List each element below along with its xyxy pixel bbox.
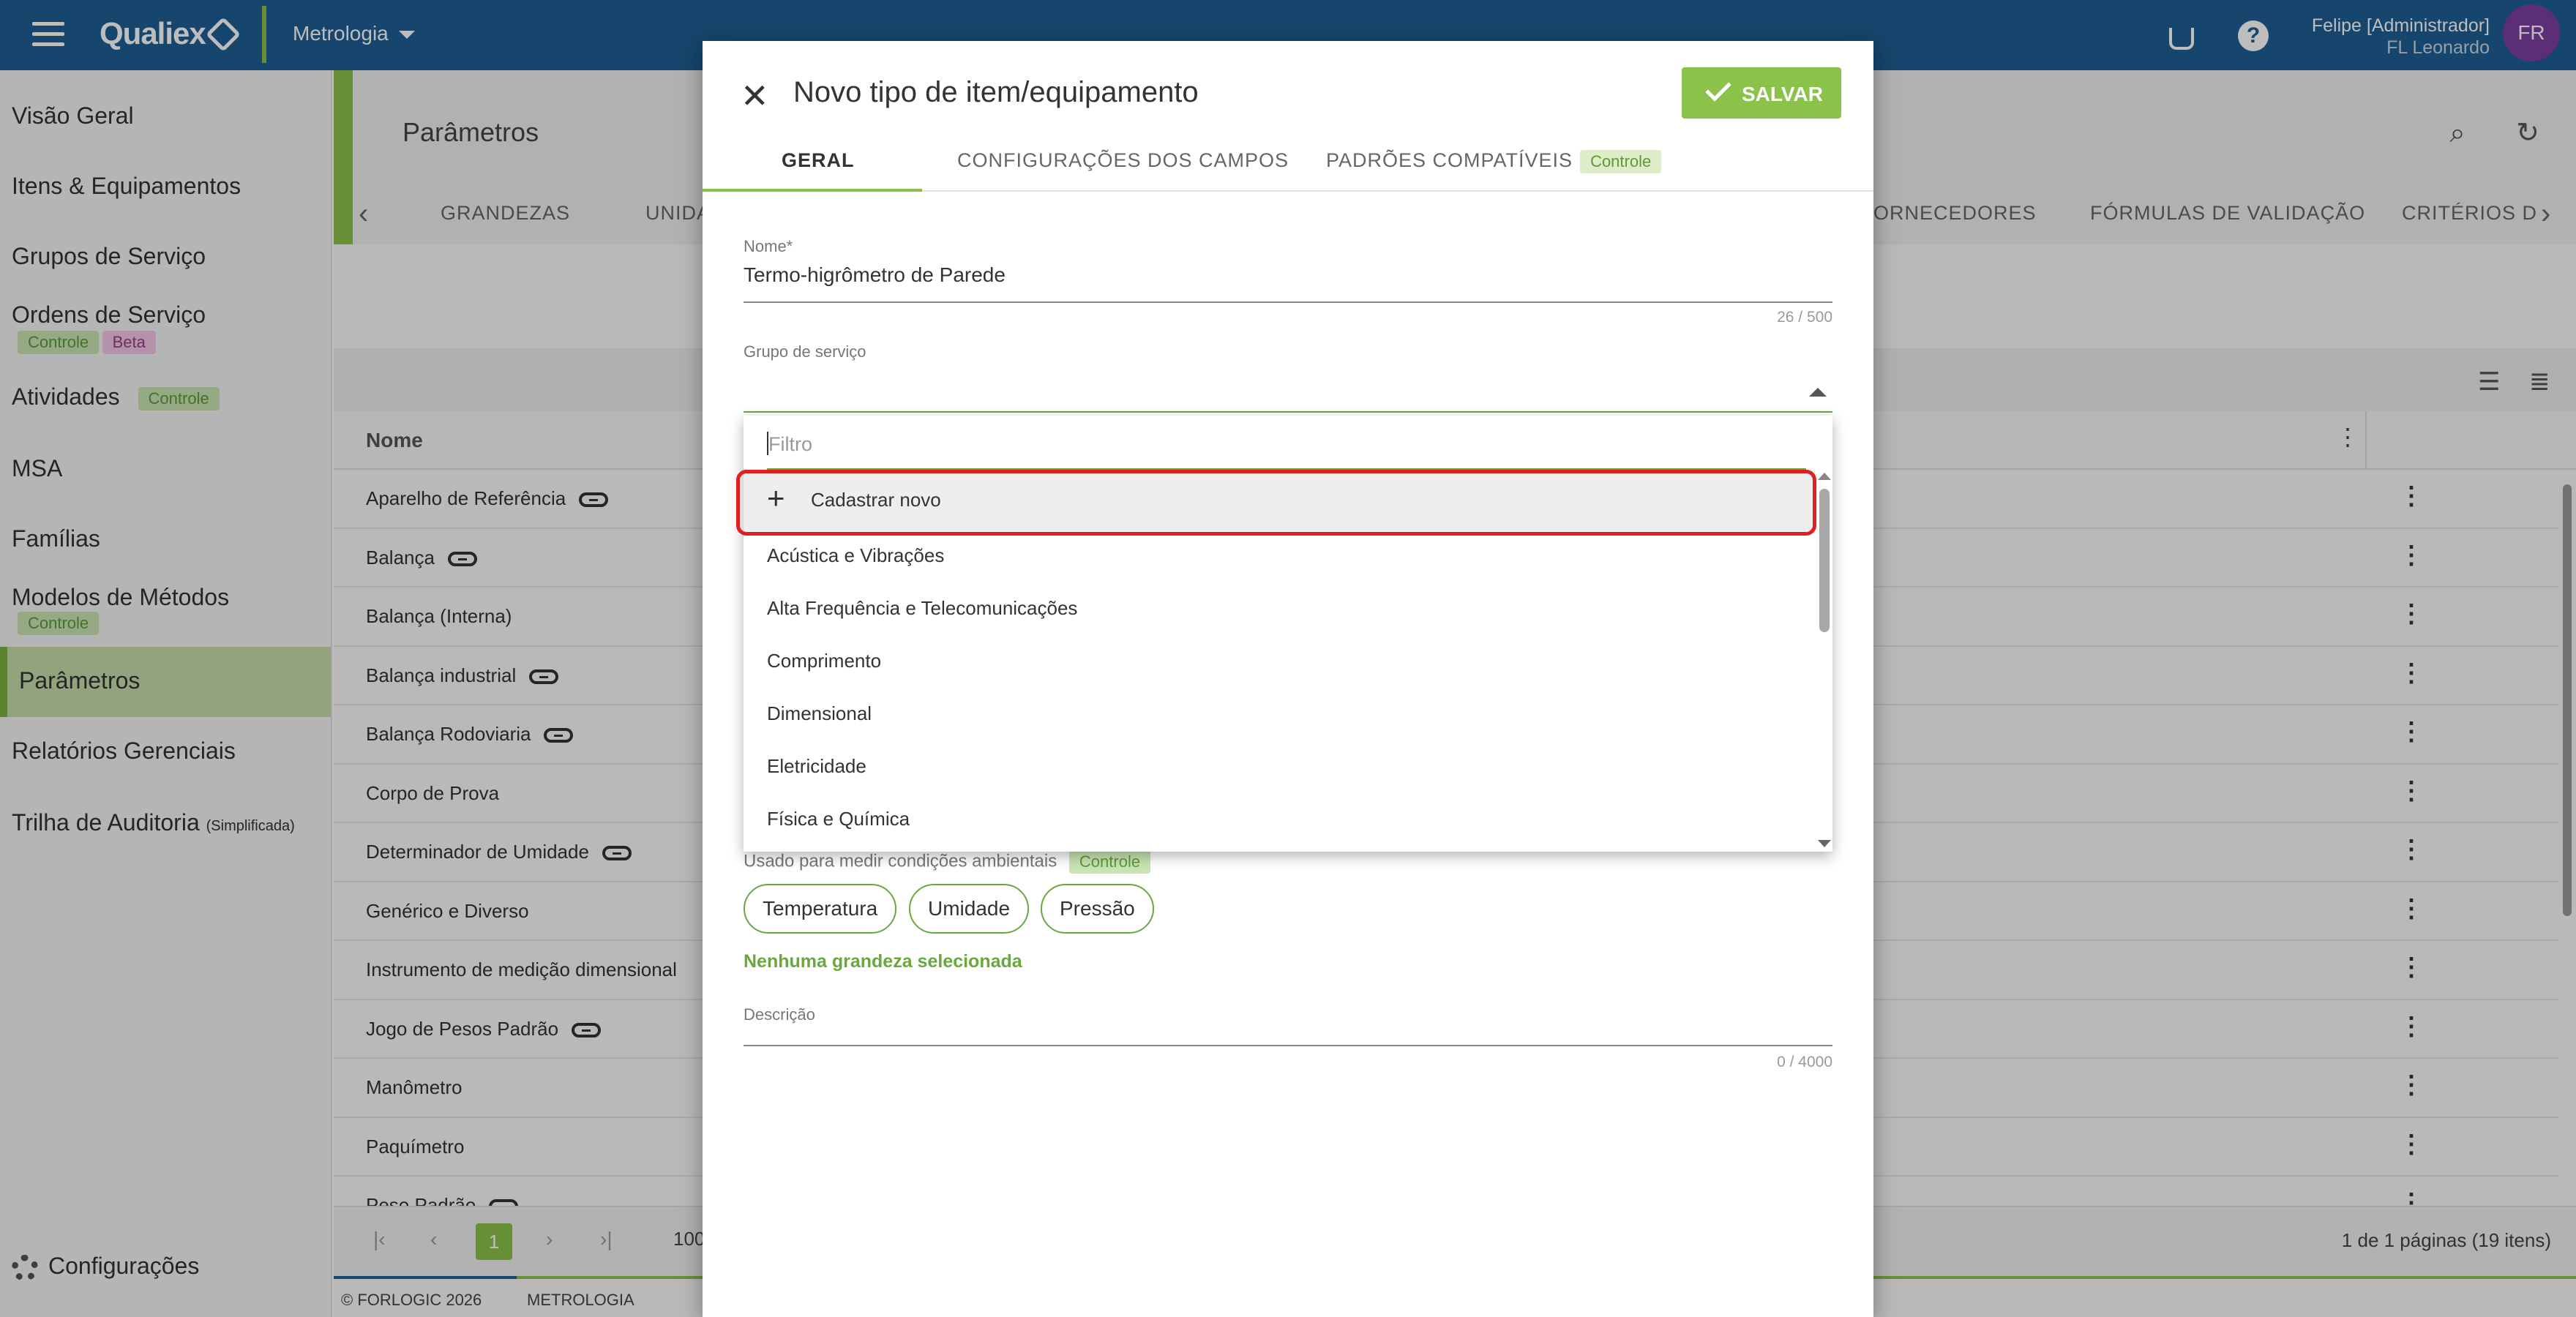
badge-controle: Controle [1580,150,1662,173]
description-char-counter: 0 / 4000 [1777,1054,1832,1070]
tab-padroes-compativeis[interactable]: PADRÕES COMPATÍVEIS Controle [1326,149,1662,173]
chip-temperatura[interactable]: Temperatura [744,884,897,934]
option-fisica-quimica[interactable]: Física e Química [767,808,910,830]
save-button[interactable]: SALVAR [1682,67,1841,119]
chip-pressao[interactable]: Pressão [1041,884,1154,934]
option-eletricidade[interactable]: Eletricidade [767,755,866,778]
check-icon [1705,75,1731,102]
name-char-counter: 26 / 500 [1777,309,1832,326]
environmental-note: Usado para medir condições ambientais Co… [744,850,1151,874]
dialog-title: Novo tipo de item/equipamento [793,76,1199,108]
service-group-underline [744,411,1832,413]
caret-up-icon[interactable] [1809,388,1827,397]
active-tab-indicator [703,189,922,192]
option-comprimento[interactable]: Comprimento [767,650,881,672]
name-field[interactable]: Termo-higrômetro de Parede [744,263,1006,287]
option-alta-frequencia[interactable]: Alta Frequência e Telecomunicações [767,597,1077,620]
close-icon[interactable]: ✕ [741,79,769,113]
option-dimensional[interactable]: Dimensional [767,702,872,725]
chip-umidade[interactable]: Umidade [909,884,1030,934]
scroll-up-icon[interactable] [1818,473,1831,480]
badge-controle: Controle [1068,850,1151,874]
dropdown-scrollbar[interactable] [1816,470,1832,852]
name-field-label: Nome* [744,237,793,255]
dialog-tabs: GERAL CONFIGURAÇÕES DOS CAMPOS PADRÕES C… [703,136,1873,192]
filter-input[interactable]: Filtro [767,432,1806,470]
highlight-outline [736,470,1816,536]
filter-placeholder: Filtro [768,433,812,455]
name-field-underline [744,301,1832,303]
tab-label: PADRÕES COMPATÍVEIS [1326,149,1573,171]
tab-configuracoes-campos[interactable]: CONFIGURAÇÕES DOS CAMPOS [957,149,1289,172]
service-group-select[interactable] [744,372,1797,401]
tab-geral[interactable]: GERAL [782,149,855,172]
environmental-note-text: Usado para medir condições ambientais [744,851,1057,871]
description-field[interactable] [744,1014,1832,1043]
option-acustica[interactable]: Acústica e Vibrações [767,544,944,567]
save-label: SALVAR [1742,83,1823,105]
service-group-label: Grupo de serviço [744,342,866,361]
no-quantity-selected: Nenhuma grandeza selecionada [744,951,1022,972]
dropdown-scroll-thumb[interactable] [1819,489,1830,632]
scroll-down-icon[interactable] [1818,840,1831,847]
description-underline [744,1045,1832,1046]
